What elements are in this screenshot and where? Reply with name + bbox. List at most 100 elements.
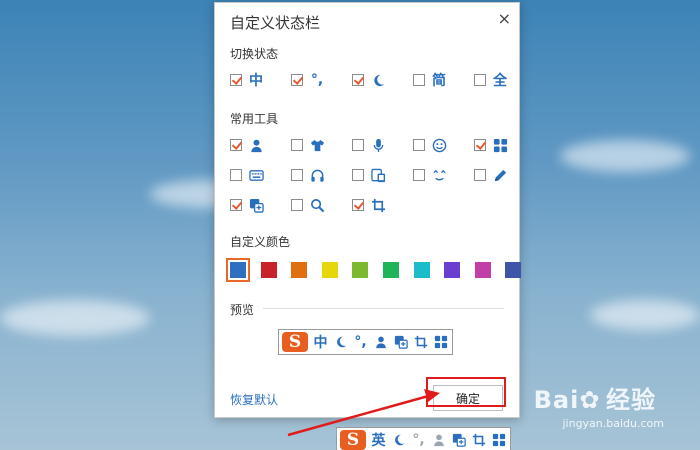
option-halfwidth[interactable] [352, 71, 386, 89]
divider [263, 308, 504, 309]
crop-icon [413, 335, 428, 350]
watermark-url: jingyan.baidu.com [562, 417, 664, 430]
switch-state-label: 切换状态 [230, 47, 279, 61]
sogou-statusbar[interactable]: S 英 °, [336, 427, 511, 450]
tool-toolbox[interactable] [474, 136, 508, 154]
color-swatch[interactable] [444, 262, 461, 278]
microphone-icon [370, 137, 386, 153]
paw-icon: ✿ [579, 386, 601, 414]
option-fullwidth[interactable]: 全 [474, 71, 508, 89]
chinese-icon: 中 [313, 335, 328, 351]
checkbox[interactable] [291, 139, 303, 151]
crop-icon [370, 197, 386, 213]
english-mode-icon[interactable]: 英 [371, 433, 386, 449]
preview-label: 预览 [230, 303, 255, 317]
checkbox[interactable] [291, 169, 303, 181]
color-swatch[interactable] [505, 262, 522, 278]
color-swatch[interactable] [383, 262, 399, 278]
checkbox[interactable] [291, 199, 303, 211]
crop-icon[interactable] [471, 433, 486, 448]
user-icon[interactable] [431, 433, 446, 448]
checkbox[interactable] [291, 74, 303, 86]
grid-icon[interactable] [491, 433, 506, 448]
color-swatch[interactable] [413, 262, 430, 278]
color-swatch[interactable] [474, 262, 491, 278]
tool-screenshot[interactable] [352, 196, 386, 214]
dialog-title: 自定义状态栏 [230, 14, 321, 32]
headphones-icon [309, 167, 325, 183]
color-swatch[interactable] [291, 262, 308, 278]
watermark-brand: Bai [533, 386, 580, 414]
punctuation-icon[interactable]: °, [411, 432, 426, 448]
checkbox[interactable] [352, 74, 364, 86]
tool-softkeyboard[interactable] [230, 166, 264, 184]
checkbox[interactable] [352, 139, 364, 151]
clipboard-icon [393, 335, 408, 350]
tool-skin[interactable] [291, 136, 325, 154]
checkbox[interactable] [413, 139, 425, 151]
tool-sync[interactable] [352, 166, 386, 184]
color-swatch[interactable] [352, 262, 369, 278]
common-tools-label: 常用工具 [230, 112, 279, 126]
search-icon [309, 197, 325, 213]
cloud [590, 300, 700, 330]
keyboard-icon [248, 167, 264, 183]
checkbox[interactable] [474, 169, 486, 181]
checkbox[interactable] [413, 169, 425, 181]
fullwidth-icon: 全 [493, 73, 507, 89]
cloud [560, 140, 690, 172]
close-icon[interactable]: × [498, 9, 511, 28]
smiley-icon [431, 137, 447, 153]
clipboard-icon[interactable] [451, 433, 466, 448]
tool-search[interactable] [291, 196, 325, 214]
checkbox[interactable] [352, 199, 364, 211]
restore-default-link[interactable]: 恢复默认 [230, 391, 278, 408]
tool-user[interactable] [230, 136, 264, 154]
checkbox[interactable] [352, 169, 364, 181]
user-icon [373, 335, 388, 350]
grid-icon [492, 137, 508, 153]
custom-color-label: 自定义颜色 [230, 235, 291, 249]
moon-icon [333, 335, 348, 350]
tool-clipboard[interactable] [230, 196, 264, 214]
checkbox[interactable] [474, 139, 486, 151]
sogou-logo: S [282, 332, 308, 352]
tool-emoji[interactable] [413, 136, 447, 154]
tool-voice[interactable] [352, 136, 386, 154]
ok-button[interactable]: 确定 [433, 385, 503, 411]
tshirt-icon [309, 137, 325, 153]
sogou-logo[interactable]: S [340, 430, 366, 450]
baidu-watermark: Bai✿ 经验 [534, 380, 656, 415]
punctuation-icon: °, [354, 334, 367, 350]
cloud [0, 300, 150, 336]
punctuation-icon: °, [310, 72, 324, 88]
checkbox[interactable] [230, 74, 242, 86]
tool-kaomoji[interactable] [413, 166, 447, 184]
checkbox[interactable] [474, 74, 486, 86]
checkbox[interactable] [413, 74, 425, 86]
clipboard-icon [248, 197, 264, 213]
checkbox[interactable] [230, 169, 242, 181]
preview-statusbar: S 中 °, [278, 329, 453, 355]
color-swatch[interactable] [226, 258, 250, 282]
custom-statusbar-dialog: 自定义状态栏 × 切换状态 中 °, 简 全 常用工具 自定义颜色 预览 S 中… [214, 2, 522, 418]
moon-icon[interactable] [391, 433, 406, 448]
color-swatch[interactable] [321, 262, 338, 278]
option-simplified[interactable]: 简 [413, 71, 447, 89]
watermark-brand-suffix: 经验 [606, 386, 656, 414]
option-chinese[interactable]: 中 [230, 71, 264, 89]
simplified-icon: 简 [432, 73, 446, 89]
chinese-icon: 中 [249, 73, 263, 89]
grid-icon [433, 335, 448, 350]
pencil-icon [492, 167, 508, 183]
devices-icon [370, 167, 386, 183]
moon-icon [370, 72, 386, 88]
wink-icon [431, 167, 447, 183]
option-punctuation[interactable]: °, [291, 71, 325, 89]
checkbox[interactable] [230, 199, 242, 211]
tool-music[interactable] [291, 166, 325, 184]
checkbox[interactable] [230, 139, 242, 151]
tool-handwriting[interactable] [474, 166, 508, 184]
user-icon [248, 137, 264, 153]
color-swatch[interactable] [260, 262, 277, 278]
